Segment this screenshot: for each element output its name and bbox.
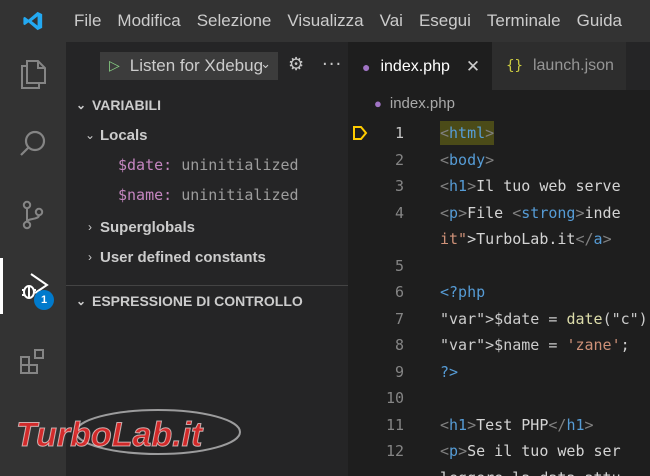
line-number: 6 bbox=[394, 283, 404, 302]
tab-label: launch.json bbox=[532, 57, 614, 74]
chevron-down-icon: ⌄ bbox=[75, 294, 87, 308]
line-number: 1 bbox=[394, 124, 404, 143]
line-number: 5 bbox=[394, 256, 404, 275]
variable-name: $date: bbox=[118, 156, 173, 174]
code-line[interactable]: 6 <?php bbox=[348, 279, 650, 306]
debug-toolbar: ▷ Listen for Xdebug ⌄ ⚙ ··· bbox=[66, 42, 348, 90]
variable-row[interactable]: $date: uninitialized bbox=[118, 151, 299, 179]
line-number: 10 bbox=[385, 389, 404, 408]
code-text: leggere la data attu bbox=[440, 466, 621, 476]
code-line[interactable]: 1 < html > bbox=[348, 120, 650, 147]
code-text: < h1 > Test PHP </h1 > bbox=[440, 415, 594, 434]
menu-bar: File Modifica Selezione Visualizza Vai E… bbox=[0, 0, 650, 42]
search-icon[interactable] bbox=[0, 116, 66, 172]
source-control-icon[interactable] bbox=[0, 187, 66, 243]
menu-file[interactable]: File bbox=[66, 0, 109, 42]
run-debug-icon[interactable] bbox=[0, 258, 66, 314]
code-line[interactable]: 12 < p > Se il tuo web ser bbox=[348, 438, 650, 465]
line-number: 8 bbox=[394, 336, 404, 355]
variable-value: uninitialized bbox=[181, 156, 299, 174]
explorer-icon[interactable] bbox=[0, 46, 66, 102]
chevron-down-icon: ⌄ bbox=[84, 128, 96, 142]
variable-value: uninitialized bbox=[181, 186, 299, 204]
debug-configuration-label: Listen for Xdebug bbox=[129, 56, 264, 75]
code-line[interactable]: 10 bbox=[348, 385, 650, 412]
superglobals-label: Superglobals bbox=[100, 218, 196, 236]
variables-section-header[interactable]: ⌄ VARIABILI bbox=[66, 92, 348, 118]
code-line[interactable]: 3 < h1 > Il tuo web serve bbox=[348, 173, 650, 200]
json-file-icon: {} bbox=[506, 58, 523, 74]
turbolab-watermark-logo: TurboLab.it bbox=[16, 409, 241, 455]
variable-row[interactable]: $name: uninitialized bbox=[118, 181, 299, 209]
code-text: <?php bbox=[440, 283, 486, 302]
vscode-logo-icon bbox=[0, 0, 66, 42]
gear-icon[interactable]: ⚙ bbox=[288, 54, 304, 75]
code-line[interactable]: 5 bbox=[348, 253, 650, 280]
line-number: 2 bbox=[394, 150, 404, 169]
tab-label: index.php bbox=[380, 57, 450, 75]
code-text: < h1 > Il tuo web serve bbox=[440, 177, 621, 196]
line-number: 4 bbox=[394, 203, 404, 222]
debug-configuration-select[interactable]: ▷ Listen for Xdebug ⌄ bbox=[100, 52, 278, 80]
code-text: < html > bbox=[440, 121, 495, 146]
breadcrumb[interactable]: ● index.php bbox=[348, 90, 650, 116]
debug-badge: 1 bbox=[34, 290, 54, 310]
line-number: 7 bbox=[394, 309, 404, 328]
menu-terminal[interactable]: Terminale bbox=[479, 0, 569, 42]
locals-label: Locals bbox=[100, 126, 148, 144]
code-text: < body > bbox=[440, 150, 495, 169]
start-debugging-icon[interactable]: ▷ bbox=[109, 58, 120, 74]
code-text: it" >TurboLab.it </a > bbox=[440, 230, 612, 249]
code-text: "var">$date = date("c"); bbox=[440, 309, 650, 328]
ellipsis-icon[interactable]: ··· bbox=[322, 54, 342, 75]
user-constants-label: User defined constants bbox=[100, 248, 266, 266]
menu-edit[interactable]: Modifica bbox=[109, 0, 188, 42]
code-line[interactable]: leggere la data attu bbox=[348, 465, 650, 476]
menu-selection[interactable]: Selezione bbox=[189, 0, 280, 42]
code-line[interactable]: 2 < body > bbox=[348, 147, 650, 174]
svg-text:TurboLab.it: TurboLab.it bbox=[16, 416, 204, 454]
menu-go[interactable]: Vai bbox=[372, 0, 411, 42]
variable-name: $name: bbox=[118, 186, 173, 204]
tab-index-php[interactable]: ● index.php ✕ bbox=[348, 42, 493, 90]
php-file-icon: ● bbox=[374, 95, 382, 111]
tab-launch-json[interactable]: {} launch.json bbox=[492, 42, 626, 90]
extensions-icon[interactable] bbox=[0, 334, 66, 390]
code-line[interactable]: 9 ?> bbox=[348, 359, 650, 386]
editor-area: ● index.php ✕ {} launch.json ● index.php… bbox=[348, 42, 650, 476]
chevron-down-icon: ⌄ bbox=[75, 98, 87, 112]
watch-section-title: ESPRESSIONE DI CONTROLLO bbox=[92, 293, 303, 309]
code-line[interactable]: 7 "var">$date = date("c"); bbox=[348, 306, 650, 333]
line-number: 3 bbox=[394, 177, 404, 196]
close-icon[interactable]: ✕ bbox=[466, 57, 480, 77]
line-number: 12 bbox=[385, 442, 404, 461]
menu-view[interactable]: Visualizza bbox=[279, 0, 371, 42]
user-constants-node[interactable]: › User defined constants bbox=[66, 243, 348, 271]
code-text: < p > File < strong > inde bbox=[440, 203, 621, 222]
watch-section-header[interactable]: ⌄ ESPRESSIONE DI CONTROLLO bbox=[66, 288, 348, 314]
line-number: 9 bbox=[394, 362, 404, 381]
breadcrumb-file: index.php bbox=[389, 94, 455, 112]
chevron-down-icon: ⌄ bbox=[260, 57, 271, 72]
locals-node[interactable]: ⌄ Locals bbox=[66, 121, 348, 149]
chevron-right-icon: › bbox=[88, 250, 92, 264]
code-line[interactable]: it" >TurboLab.it </a > bbox=[348, 226, 650, 253]
code-line[interactable]: 11 < h1 > Test PHP </h1 > bbox=[348, 412, 650, 439]
section-divider bbox=[66, 285, 348, 286]
code-line[interactable]: 8 "var" >$name = 'zane'; bbox=[348, 332, 650, 359]
code-text: < p > Se il tuo web ser bbox=[440, 442, 621, 461]
code-text: ?> bbox=[440, 362, 459, 381]
menu-run[interactable]: Esegui bbox=[411, 0, 479, 42]
editor-tabs: ● index.php ✕ {} launch.json bbox=[348, 42, 650, 90]
php-file-icon: ● bbox=[362, 58, 371, 75]
line-number: 11 bbox=[385, 415, 404, 434]
chevron-right-icon: › bbox=[88, 220, 92, 234]
variables-section-title: VARIABILI bbox=[92, 97, 161, 113]
code-text: "var" >$name = 'zane'; bbox=[440, 336, 630, 355]
superglobals-node[interactable]: › Superglobals bbox=[66, 213, 348, 241]
code-line[interactable]: 4 < p > File < strong > inde bbox=[348, 200, 650, 227]
menu-help[interactable]: Guida bbox=[569, 0, 630, 42]
